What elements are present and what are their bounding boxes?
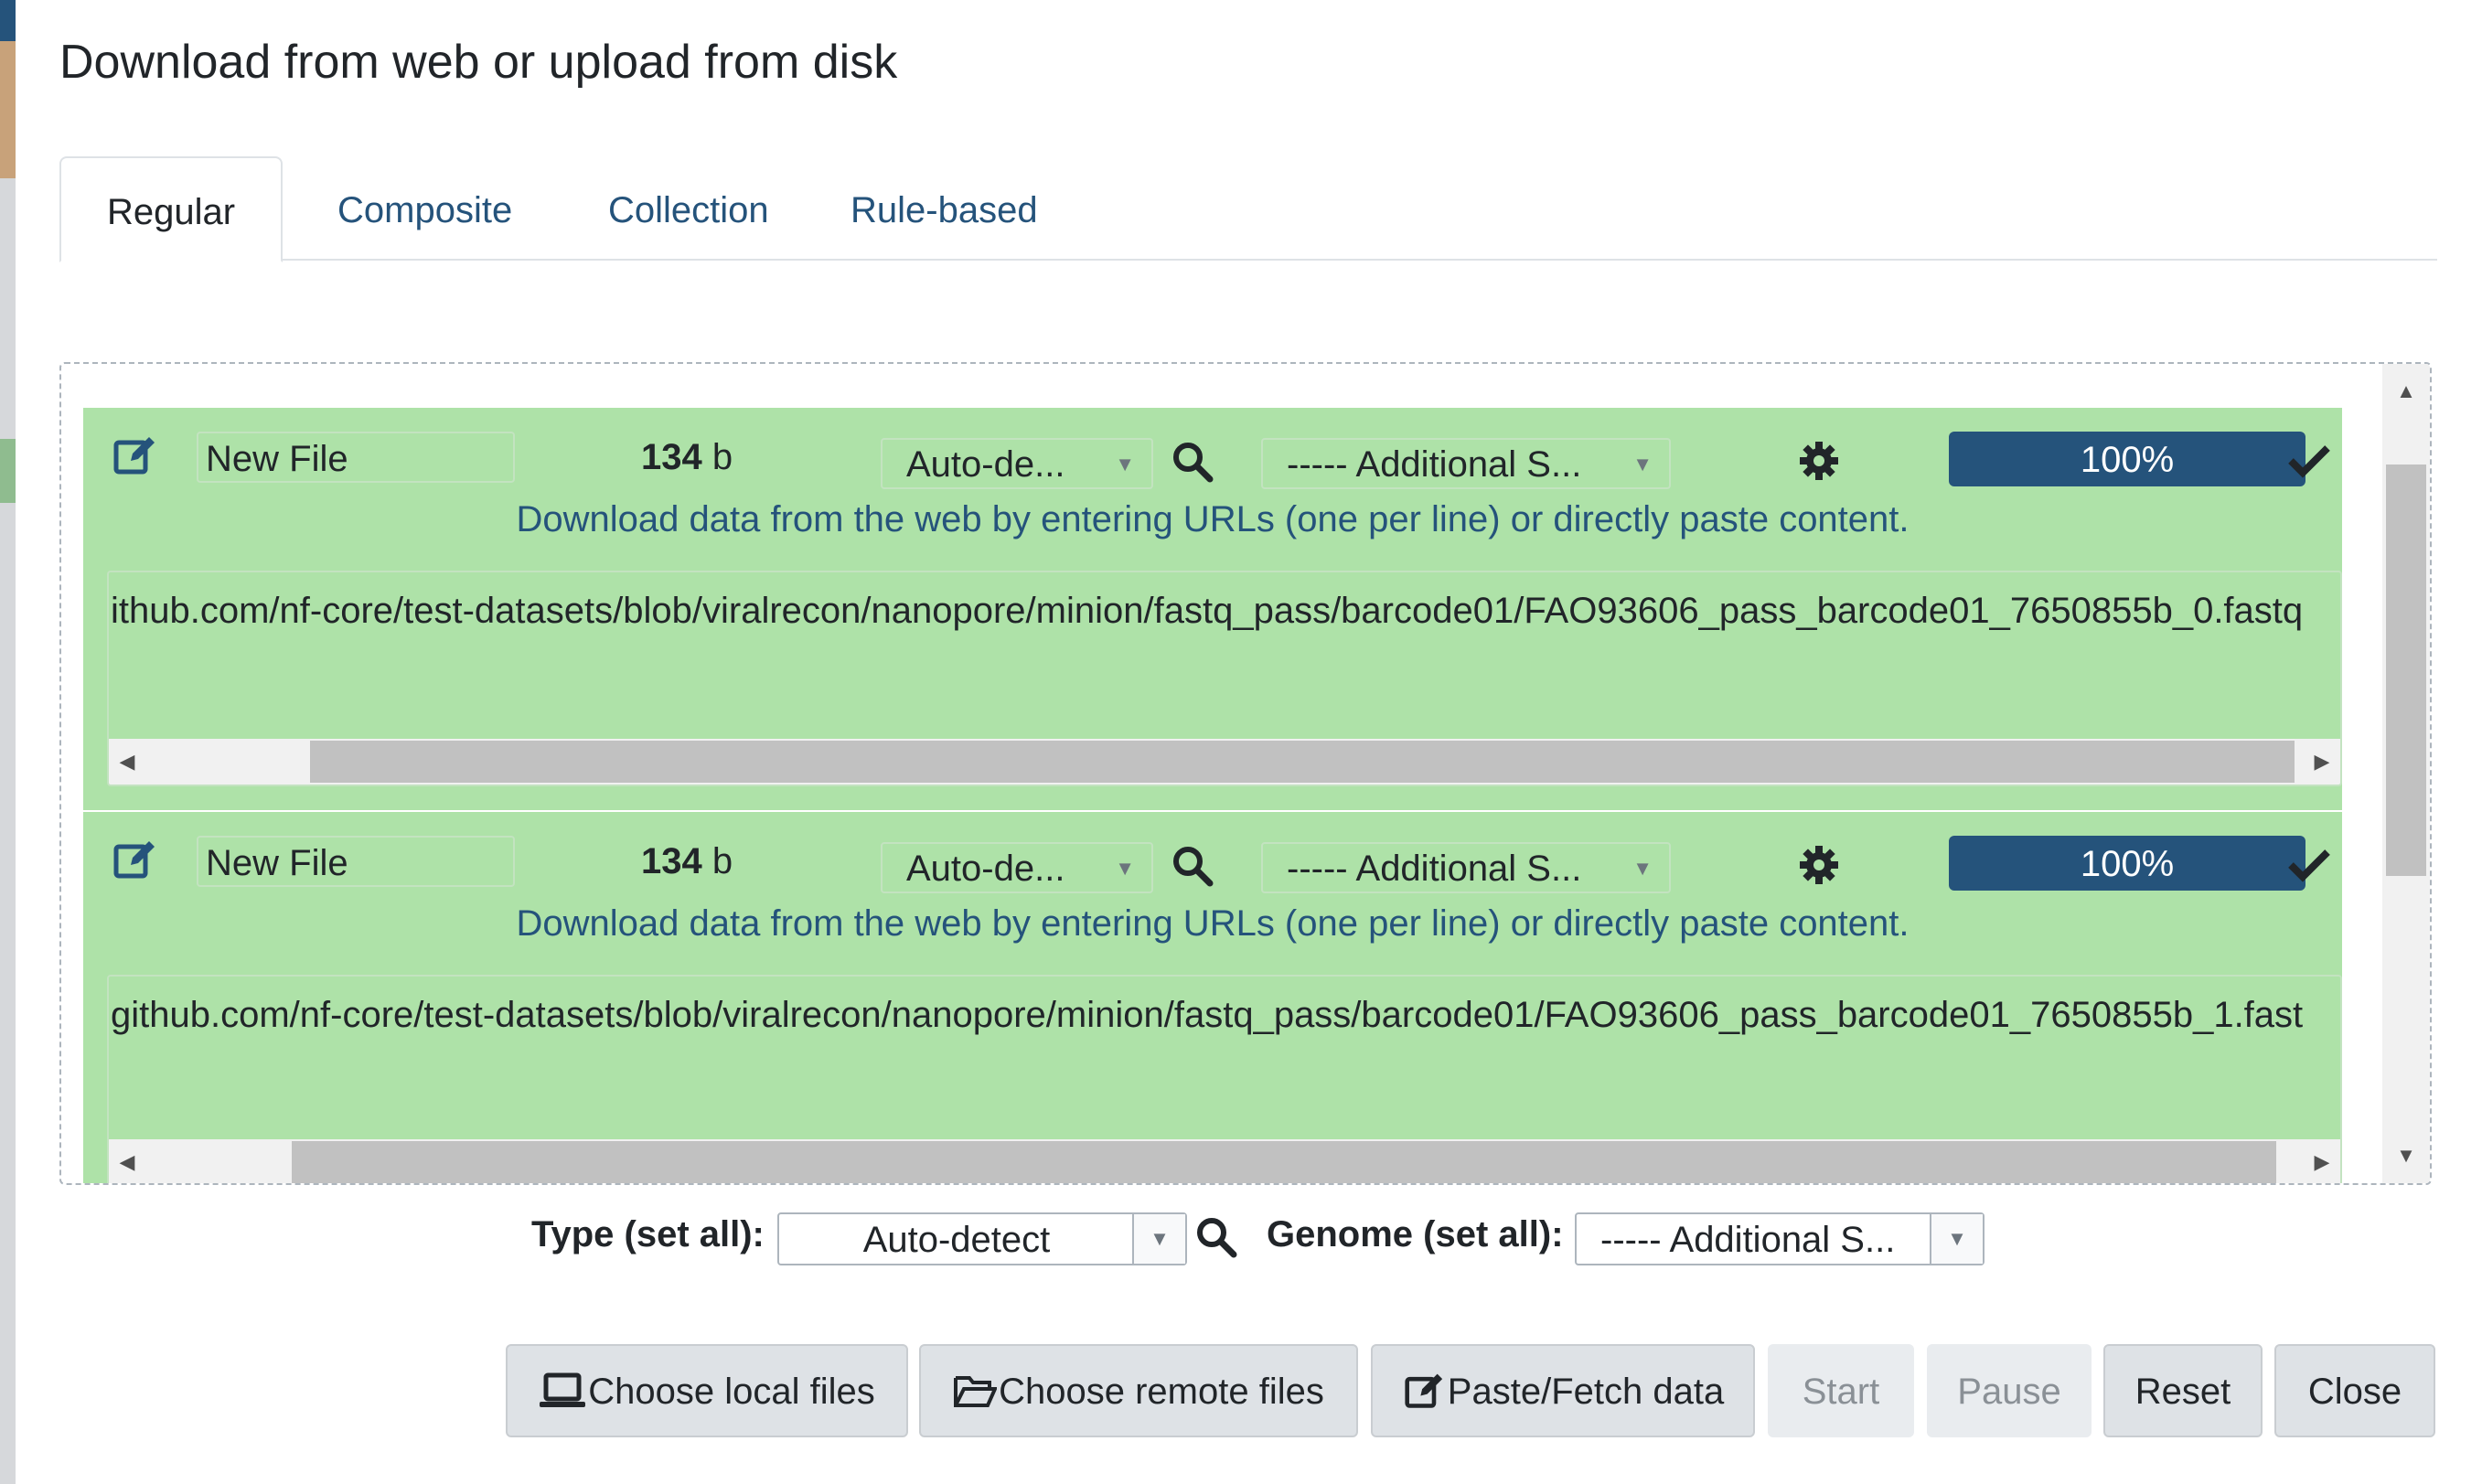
upload-tabs: Regular Composite Collection Rule-based — [59, 156, 2437, 262]
tab-collection[interactable]: Collection — [562, 156, 815, 259]
chevron-down-icon: ▼ — [1132, 1214, 1185, 1264]
check-icon — [2287, 443, 2331, 479]
background-page-strip — [0, 0, 16, 1484]
url-text: ithub.com/nf-core/test-datasets/blob/vir… — [111, 591, 2304, 631]
genome-set-all-label: Genome (set all): — [1267, 1214, 1564, 1254]
search-icon[interactable] — [1195, 1216, 1237, 1267]
type-set-all-value: Auto-detect — [862, 1220, 1051, 1260]
scroll-left-icon[interactable]: ◀ — [109, 1139, 145, 1183]
scroll-left-icon[interactable]: ◀ — [109, 739, 145, 785]
vertical-scrollbar[interactable]: ▲ ▼ — [2382, 364, 2430, 1183]
upload-row: New File 134 b Auto-de... ▼ ----- Additio… — [83, 408, 2342, 810]
edit-icon — [1405, 1374, 1442, 1409]
choose-remote-files-button[interactable]: Choose remote files — [919, 1344, 1358, 1437]
paste-fetch-data-button[interactable]: Paste/Fetch data — [1371, 1344, 1755, 1437]
search-icon[interactable] — [1171, 845, 1214, 887]
url-hint: Download data from the web by entering U… — [516, 499, 1910, 539]
upload-progress-bar: 100% — [1949, 432, 2305, 486]
reset-button[interactable]: Reset — [2103, 1344, 2263, 1437]
scroll-up-icon[interactable]: ▲ — [2382, 373, 2430, 410]
scroll-down-icon[interactable]: ▼ — [2382, 1137, 2430, 1174]
chevron-down-icon: ▼ — [1115, 453, 1135, 475]
file-size: 134 b — [641, 433, 733, 481]
file-size: 134 b — [641, 838, 733, 885]
choose-local-files-button[interactable]: Choose local files — [506, 1344, 908, 1437]
gear-icon[interactable] — [1799, 845, 1839, 885]
url-textarea[interactable]: ithub.com/nf-core/test-datasets/blob/vir… — [107, 571, 2342, 786]
upload-row: New File 134 b Auto-de... ▼ ----- Additio… — [83, 812, 2342, 1183]
paste-fetch-data-label: Paste/Fetch data — [1447, 1372, 1725, 1412]
edit-icon[interactable] — [112, 838, 156, 881]
url-textarea[interactable]: github.com/nf-core/test-datasets/blob/vi… — [107, 975, 2342, 1183]
file-size-value: 134 — [641, 437, 702, 477]
pause-button[interactable]: Pause — [1927, 1344, 2092, 1437]
folder-open-icon — [954, 1376, 999, 1408]
scrollbar-thumb[interactable] — [310, 741, 2295, 783]
set-all-bar: Type (set all): Auto-detect ▼ Genome (se… — [16, 1207, 2482, 1271]
dialog-title: Download from web or upload from disk — [59, 36, 898, 89]
url-hint: Download data from the web by entering U… — [516, 903, 1910, 944]
file-type-select[interactable]: Auto-de... ▼ — [881, 842, 1153, 893]
chevron-down-icon: ▼ — [1115, 857, 1135, 880]
file-name-input[interactable]: New File — [197, 432, 515, 483]
chevron-down-icon: ▼ — [1632, 453, 1653, 475]
scroll-right-icon[interactable]: ▶ — [2304, 1139, 2340, 1183]
search-icon[interactable] — [1171, 441, 1214, 483]
horizontal-scrollbar[interactable]: ◀ ▶ — [109, 1139, 2340, 1183]
genome-select[interactable]: ----- Additional S... ▼ — [1261, 842, 1671, 893]
gear-icon[interactable] — [1799, 441, 1839, 481]
genome-select[interactable]: ----- Additional S... ▼ — [1261, 438, 1671, 489]
type-set-all-label: Type (set all): — [531, 1214, 765, 1254]
url-text: github.com/nf-core/test-datasets/blob/vi… — [111, 995, 2304, 1035]
horizontal-scrollbar[interactable]: ◀ ▶ — [109, 739, 2340, 785]
upload-rows: New File 134 b Auto-de... ▼ ----- Additio… — [83, 408, 2342, 1183]
tab-regular[interactable]: Regular — [59, 156, 284, 262]
choose-local-files-label: Choose local files — [588, 1372, 875, 1412]
file-type-select[interactable]: Auto-de... ▼ — [881, 438, 1153, 489]
file-size-value: 134 — [641, 841, 702, 881]
genome-value: ----- Additional S... — [1287, 849, 1582, 889]
upload-box: New File 134 b Auto-de... ▼ ----- Additio… — [59, 362, 2432, 1185]
genome-value: ----- Additional S... — [1287, 444, 1582, 485]
tab-rule-based[interactable]: Rule-based — [805, 156, 1084, 259]
edit-icon[interactable] — [112, 433, 156, 477]
laptop-icon — [540, 1372, 586, 1408]
scrollbar-thumb[interactable] — [292, 1141, 2276, 1183]
scroll-right-icon[interactable]: ▶ — [2304, 739, 2340, 785]
scrollbar-thumb[interactable] — [2386, 464, 2426, 876]
file-type-value: Auto-de... — [906, 849, 1065, 889]
choose-remote-files-label: Choose remote files — [999, 1372, 1324, 1412]
start-button[interactable]: Start — [1768, 1344, 1914, 1437]
upload-dialog: Download from web or upload from disk Re… — [16, 0, 2482, 1484]
check-icon — [2287, 847, 2331, 883]
genome-set-all-select[interactable]: ----- Additional S... ▼ — [1575, 1212, 1985, 1265]
close-button[interactable]: Close — [2274, 1344, 2435, 1437]
file-size-unit: b — [711, 841, 733, 881]
genome-set-all-value: ----- Additional S... — [1600, 1220, 1896, 1260]
chevron-down-icon: ▼ — [1930, 1214, 1983, 1264]
chevron-down-icon: ▼ — [1632, 857, 1653, 880]
file-type-value: Auto-de... — [906, 444, 1065, 485]
type-set-all-select[interactable]: Auto-detect ▼ — [777, 1212, 1187, 1265]
upload-progress-bar: 100% — [1949, 836, 2305, 891]
file-name-input[interactable]: New File — [197, 836, 515, 887]
tab-composite[interactable]: Composite — [292, 156, 558, 259]
file-size-unit: b — [711, 437, 733, 477]
